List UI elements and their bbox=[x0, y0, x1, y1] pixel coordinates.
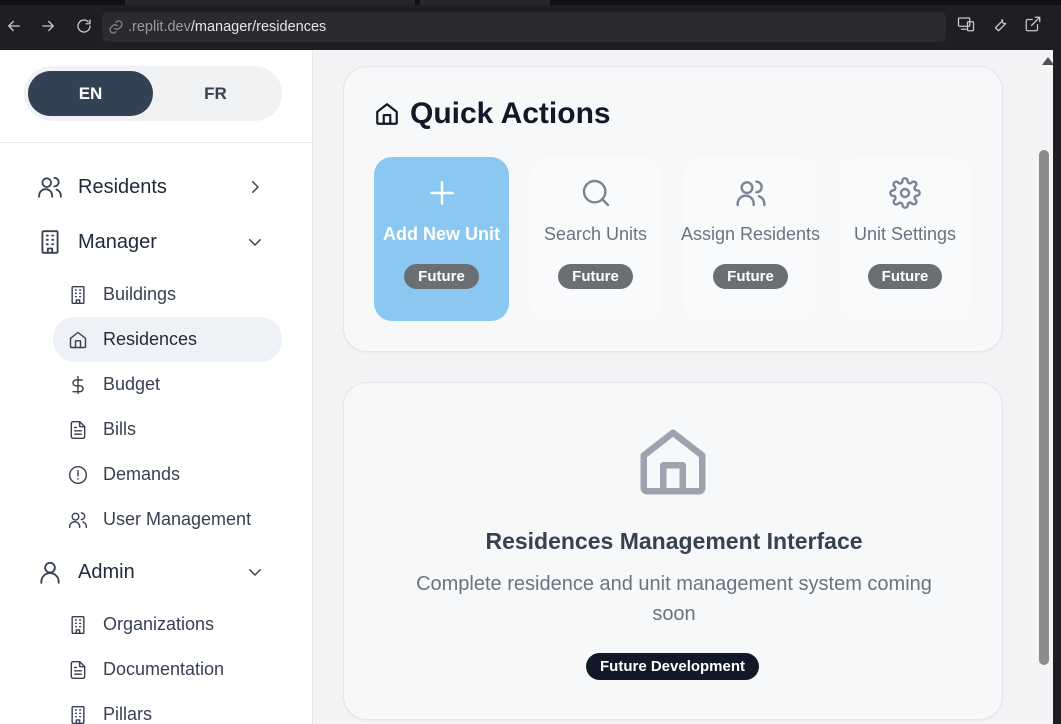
search-icon bbox=[580, 177, 612, 209]
browser-tab[interactable] bbox=[125, 0, 415, 5]
dollar-icon bbox=[68, 375, 88, 395]
file-icon bbox=[68, 660, 88, 680]
browser-toolbar: .replit.dev/manager/residences bbox=[0, 0, 1061, 50]
sidebar-group-label: Admin bbox=[78, 560, 135, 583]
window-edge bbox=[1053, 50, 1061, 724]
sidebar-item-documentation[interactable]: Documentation bbox=[53, 647, 282, 692]
sidebar-item-organizations[interactable]: Organizations bbox=[53, 602, 282, 647]
sidebar-divider bbox=[0, 142, 312, 143]
sidebar-item-label: Documentation bbox=[103, 659, 225, 679]
url-host: .replit.dev bbox=[128, 19, 191, 35]
sidebar-item-budget[interactable]: Budget bbox=[53, 362, 282, 407]
reload-button[interactable] bbox=[72, 14, 96, 38]
home-icon bbox=[68, 330, 88, 350]
home-icon bbox=[634, 423, 712, 501]
search-units-button[interactable]: Search Units Future bbox=[530, 157, 661, 321]
sidebar-item-label: Budget bbox=[103, 374, 161, 394]
action-label: Add New Unit bbox=[383, 224, 500, 244]
action-label: Search Units bbox=[543, 224, 648, 244]
action-label: Unit Settings bbox=[853, 224, 957, 244]
gear-icon bbox=[889, 177, 921, 209]
sidebar-item-demands[interactable]: Demands bbox=[53, 452, 282, 497]
arrow-right-icon bbox=[42, 20, 54, 32]
sidebar: EN FR Residents Manager Buildings Reside… bbox=[0, 50, 313, 724]
building-icon bbox=[68, 615, 88, 635]
quick-actions-card: Quick Actions Add New Unit Future Search… bbox=[343, 66, 1003, 352]
sidebar-item-label: Residences bbox=[103, 329, 198, 349]
user-icon bbox=[37, 559, 63, 585]
future-badge: Future bbox=[713, 264, 788, 289]
sidebar-item-residences[interactable]: Residences bbox=[53, 317, 282, 362]
sidebar-group-label: Manager bbox=[78, 230, 157, 253]
users-icon bbox=[68, 510, 88, 530]
assign-residents-button[interactable]: Assign Residents Future bbox=[680, 157, 821, 321]
quick-actions-title: Quick Actions bbox=[410, 97, 611, 130]
chevron-down-icon bbox=[246, 233, 264, 251]
action-label: Assign Residents bbox=[680, 224, 821, 244]
building-icon bbox=[68, 705, 88, 724]
browser-tools bbox=[957, 15, 1044, 35]
home-icon bbox=[374, 101, 400, 127]
devices-icon[interactable] bbox=[957, 15, 977, 35]
back-button[interactable] bbox=[2, 14, 26, 38]
alert-circle-icon bbox=[68, 465, 88, 485]
language-en-button[interactable]: EN bbox=[28, 71, 153, 116]
building-icon bbox=[68, 285, 88, 305]
language-toggle: EN FR bbox=[24, 66, 282, 121]
chevron-right-icon bbox=[246, 178, 264, 196]
sidebar-item-label: Pillars bbox=[103, 704, 153, 724]
sidebar-item-bills[interactable]: Bills bbox=[53, 407, 282, 452]
main-content: Quick Actions Add New Unit Future Search… bbox=[313, 50, 1035, 724]
info-description: Complete residence and unit management s… bbox=[416, 573, 932, 625]
building-icon bbox=[37, 229, 63, 255]
sidebar-item-buildings[interactable]: Buildings bbox=[53, 272, 282, 317]
future-badge: Future bbox=[867, 264, 943, 289]
sidebar-item-user-management[interactable]: User Management bbox=[53, 497, 282, 542]
sidebar-group-label: Residents bbox=[78, 175, 167, 198]
unit-settings-button[interactable]: Unit Settings Future bbox=[839, 157, 971, 321]
sidebar-item-label: Bills bbox=[103, 419, 137, 439]
sidebar-item-pillars[interactable]: Pillars bbox=[53, 692, 282, 724]
plus-icon bbox=[426, 177, 458, 209]
arrow-left-icon bbox=[8, 20, 20, 32]
external-link-icon[interactable] bbox=[1024, 15, 1044, 35]
future-development-badge: Future Development bbox=[586, 653, 760, 680]
url-path: /manager/residences bbox=[190, 19, 327, 35]
users-icon bbox=[37, 174, 63, 200]
sidebar-group-manager[interactable]: Manager bbox=[24, 220, 282, 264]
tab-strip bbox=[0, 0, 1061, 5]
forward-button[interactable] bbox=[36, 14, 60, 38]
add-new-unit-button[interactable]: Add New Unit Future bbox=[374, 157, 509, 321]
residences-info-card: Residences Management Interface Complete… bbox=[343, 382, 1003, 720]
reload-icon bbox=[77, 19, 91, 33]
users-icon bbox=[735, 177, 767, 209]
browser-tab[interactable] bbox=[420, 0, 550, 5]
sidebar-group-residents[interactable]: Residents bbox=[24, 165, 282, 209]
quick-actions-heading: Quick Actions bbox=[374, 97, 611, 131]
sidebar-item-label: User Management bbox=[103, 509, 252, 529]
scrollbar-thumb[interactable] bbox=[1039, 150, 1049, 665]
sidebar-item-label: Organizations bbox=[103, 614, 215, 634]
file-icon bbox=[68, 420, 88, 440]
future-badge: Future bbox=[558, 264, 633, 289]
sidebar-item-label: Buildings bbox=[103, 284, 177, 304]
sidebar-item-label: Demands bbox=[103, 464, 181, 484]
info-title: Residences Management Interface bbox=[485, 528, 863, 554]
address-bar[interactable]: .replit.dev/manager/residences bbox=[102, 12, 946, 42]
sidebar-group-admin[interactable]: Admin bbox=[24, 550, 282, 594]
wrench-icon[interactable] bbox=[991, 15, 1011, 35]
future-badge: Future bbox=[404, 264, 479, 289]
chevron-down-icon bbox=[246, 563, 264, 581]
link-icon bbox=[108, 19, 124, 35]
language-fr-button[interactable]: FR bbox=[153, 71, 278, 116]
